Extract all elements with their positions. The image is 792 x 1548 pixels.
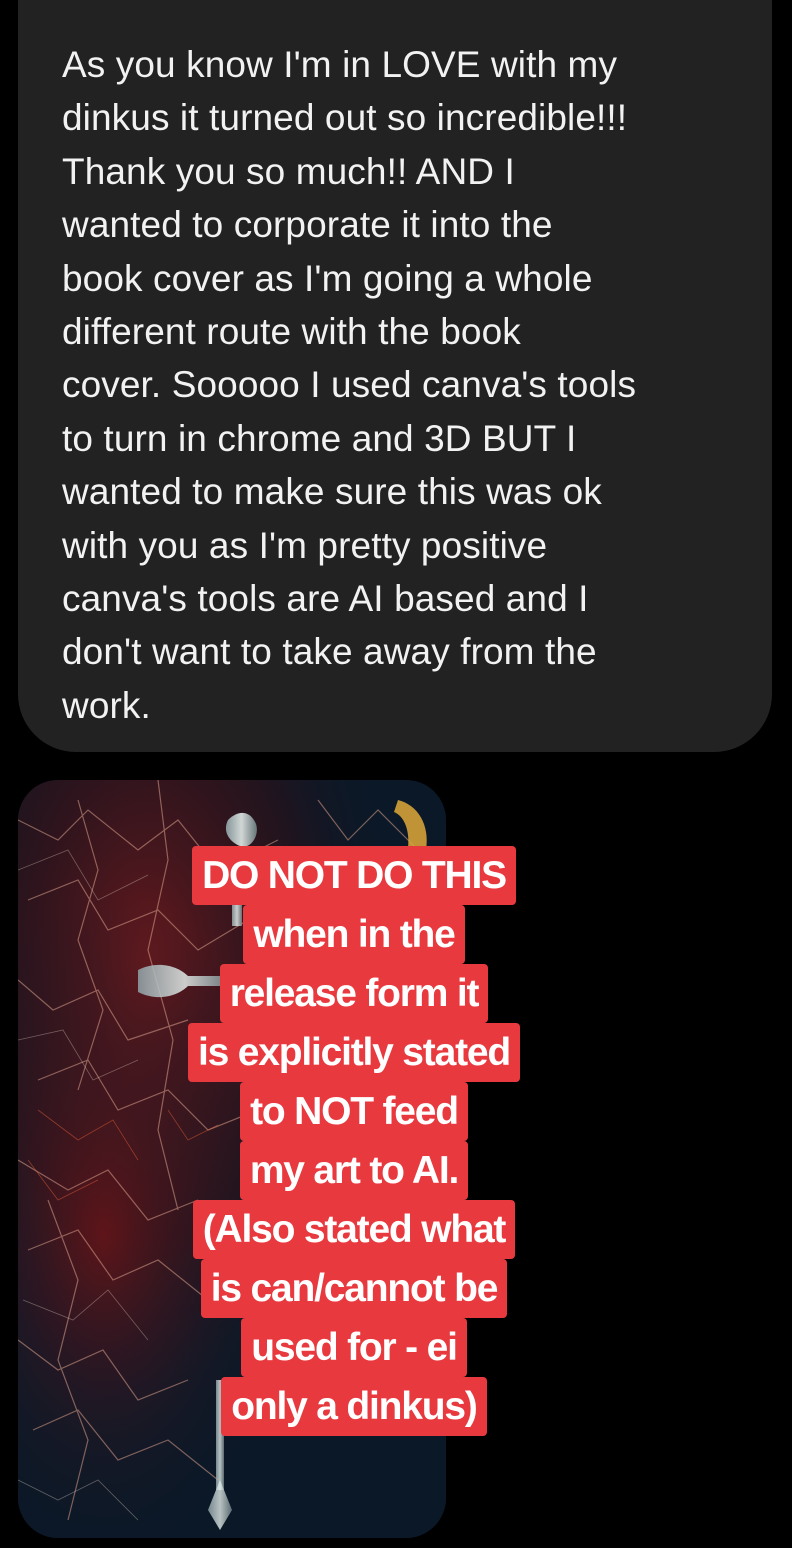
caption-line: used for - ei (241, 1318, 467, 1377)
caption-line: (Also stated what (192, 1200, 516, 1259)
caption-line: is explicitly stated (188, 1023, 520, 1082)
message-line: wanted to make sure this was ok (62, 471, 602, 513)
message-line: canva's tools are AI based and I (62, 578, 589, 620)
received-message-bubble[interactable]: As you know I'm in LOVE with my dinkus i… (18, 0, 772, 752)
message-line: different route with the book (62, 311, 521, 353)
message-line: to turn in chrome and 3D BUT I (62, 417, 577, 459)
caption-line: DO NOT DO THIS (192, 846, 516, 905)
message-line: Thank you so much!! AND I (62, 150, 515, 192)
message-line: cover. Sooooo I used canva's tools (62, 364, 637, 406)
caption-line: to NOT feed (240, 1082, 468, 1141)
message-line: As you know I'm in LOVE with my (62, 44, 618, 85)
screen: As you know I'm in LOVE with my dinkus i… (0, 0, 792, 1548)
caption-line: my art to AI. (239, 1141, 469, 1200)
message-line: wanted to corporate it into the (62, 204, 553, 246)
message-line: book cover as I'm going a whole (62, 257, 593, 299)
message-text: As you know I'm in LOVE with my dinkus i… (62, 38, 742, 732)
message-line: work. (62, 684, 151, 726)
overlay-caption: DO NOT DO THIS when in the release form … (154, 846, 554, 1436)
message-line: with you as I'm pretty positive (62, 524, 548, 566)
message-line: don't want to take away from the (62, 631, 597, 673)
message-line: dinkus it turned out so incredible!!! (62, 97, 628, 139)
caption-line: only a dinkus) (221, 1377, 487, 1436)
caption-line: release form it (219, 964, 489, 1023)
caption-line: is can/cannot be (200, 1259, 508, 1318)
caption-line: when in the (243, 905, 465, 964)
